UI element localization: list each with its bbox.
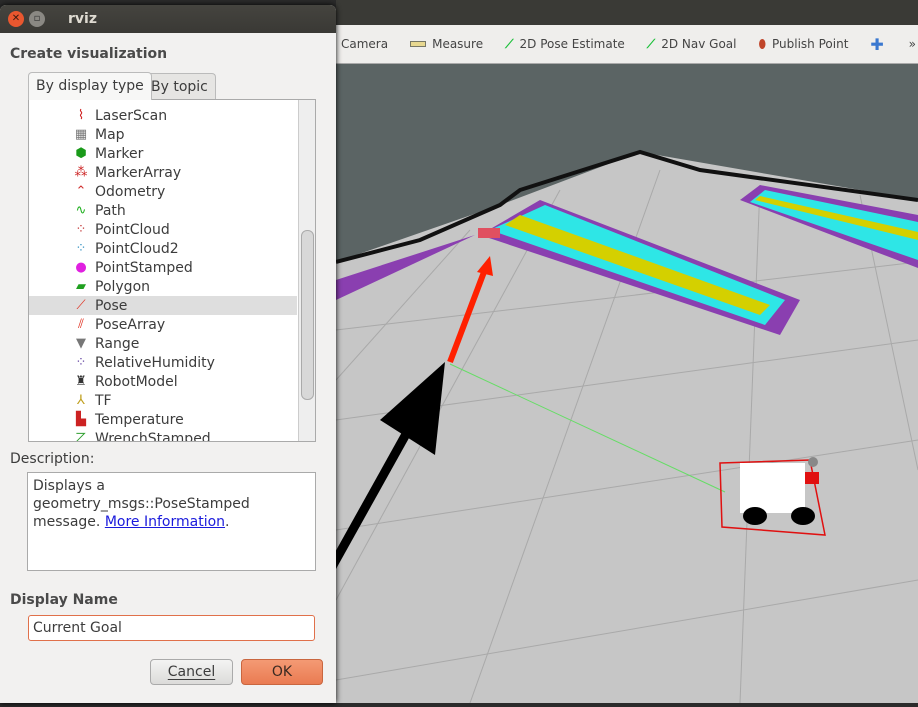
list-item-label: Pose [95,297,128,314]
top-strip [336,0,918,25]
list-item-label: TF [95,392,112,409]
green-arrow-icon: ⟋ [505,36,514,51]
list-item-pointcloud[interactable]: ⁘ PointCloud [29,220,297,239]
list-item-label: MarkerArray [95,164,182,181]
scene [294,149,918,704]
range-icon: ▼ [76,336,86,351]
marker-icon: ⬢ [75,146,87,161]
list-item-polygon[interactable]: ▰ Polygon [29,277,297,296]
robotmodel-icon: ♜ [75,374,87,389]
polygon-icon: ▰ [76,279,86,294]
tool-2d-pose-estimate[interactable]: ⟋ 2D Pose Estimate [505,37,625,52]
close-button[interactable]: ✕ [8,11,24,27]
list-item-label: Marker [95,145,144,162]
tab-by-display-type[interactable]: By display type [28,72,152,100]
list-item-pointstamped[interactable]: ● PointStamped [29,258,297,277]
list-item-range[interactable]: ▼ Range [29,334,297,353]
temperature-icon: ▙ [76,412,86,427]
list-item-label: PoseArray [95,316,166,333]
green-arrow-icon: ⟋ [646,36,656,51]
list-item-label: PointCloud [95,221,170,238]
list-item-label: LaserScan [95,107,168,124]
display-type-list: ⌇ LaserScan ▦ Map ⬢ Marker ⁂ MarkerArray ⌃ Odomet… [28,99,316,442]
tool-label: 2D Nav Goal [661,37,737,51]
tool-label: Measure [432,37,484,51]
list-item-label: RelativeHumidity [95,354,215,371]
scrollbar-thumb[interactable] [301,230,314,400]
path-icon: ∿ [75,203,87,218]
list-item-relativehumidity[interactable]: ⁘ RelativeHumidity [29,353,297,372]
toolbar: Camera Measure ⟋ 2D Pose Estimate ⟋ 2D Nav… [336,25,918,64]
button-label: OK [271,664,293,680]
list-item-pointcloud2[interactable]: ⁘ PointCloud2 [29,239,297,258]
dialog-heading: Create visualization [10,46,168,62]
list-item-label: Path [95,202,126,219]
tf-icon: ⅄ [77,393,85,408]
list-item-laserscan[interactable]: ⌇ LaserScan [29,106,297,125]
map-pin-icon: ⬮ [758,36,767,51]
markerarray-icon: ⁂ [74,165,88,180]
pointcloud-icon: ⁘ [75,222,87,237]
list-item-wrenchstamped[interactable]: ⦢ WrenchStamped [29,429,297,442]
list-item-label: Map [95,126,125,143]
tab-label: By topic [151,79,208,95]
list-item-markerarray[interactable]: ⁂ MarkerArray [29,163,297,182]
plus-icon: ✚ [870,34,884,54]
description-end: . [225,514,230,530]
3d-viewport[interactable] [294,64,918,704]
list-item-robotmodel[interactable]: ♜ RobotModel [29,372,297,391]
more-information-link[interactable]: More Information [105,514,225,530]
tool-label: 2D Pose Estimate [519,37,625,51]
display-name-input[interactable] [28,615,315,641]
posearray-icon: ⫽ [78,317,84,332]
list-item-temperature[interactable]: ▙ Temperature [29,410,297,429]
ok-button[interactable]: OK [241,659,323,685]
pointcloud2-icon: ⁘ [75,241,87,256]
pointstamped-icon: ● [75,260,87,275]
cancel-button[interactable]: Cancel [150,659,233,685]
wrenchstamped-icon: ⦢ [76,431,86,442]
list-item-posearray[interactable]: ⫽ PoseArray [29,315,297,334]
overflow-icon: » [908,37,916,51]
list-item-label: PointCloud2 [95,240,179,257]
description-label: Description: [10,451,95,467]
ruler-icon [410,41,427,47]
list-item-map[interactable]: ▦ Map [29,125,297,144]
create-visualization-dialog: ✕ ▫ rviz Create visualization By display… [0,5,336,703]
laserscan-icon: ⌇ [77,108,85,123]
tool-label: Publish Point [772,37,849,51]
add-tool-button[interactable]: ✚ [870,35,883,54]
list-item-path[interactable]: ∿ Path [29,201,297,220]
tool-camera[interactable]: Camera [341,37,388,51]
odometry-icon: ⌃ [75,184,87,199]
list-item-odometry[interactable]: ⌃ Odometry [29,182,297,201]
title-bar: ✕ ▫ rviz [0,5,336,33]
tab-by-topic[interactable]: By topic [143,73,216,99]
tool-measure[interactable]: Measure [410,37,483,51]
tool-publish-point[interactable]: ⬮ Publish Point [758,37,848,52]
tab-label: By display type [36,78,144,94]
button-label: Cancel [167,664,216,680]
list-item-marker[interactable]: ⬢ Marker [29,144,297,163]
list-item-label: Polygon [95,278,151,295]
window-title: rviz [68,11,97,27]
pose-icon: ⟋ [76,298,86,313]
maximize-button[interactable]: ▫ [29,11,45,27]
list-item-label: Temperature [95,411,184,428]
list-item-pose[interactable]: ⟋ Pose [29,296,297,315]
list-item-label: PointStamped [95,259,193,276]
list-item-tf[interactable]: ⅄ TF [29,391,297,410]
list-item-label: Range [95,335,140,352]
scrollbar[interactable] [298,100,315,441]
map-icon: ▦ [74,127,88,142]
list-item-label: WrenchStamped [95,430,211,442]
list-item-label: Odometry [95,183,166,200]
tool-2d-nav-goal[interactable]: ⟋ 2D Nav Goal [647,37,737,52]
display-name-label: Display Name [10,592,118,608]
tool-label: Camera [341,37,389,51]
relativehumidity-icon: ⁘ [75,355,87,370]
toolbar-overflow-button[interactable]: » [909,37,916,51]
list-item-label: RobotModel [95,373,178,390]
description-box: Displays a geometry_msgs::PoseStamped me… [27,472,316,571]
